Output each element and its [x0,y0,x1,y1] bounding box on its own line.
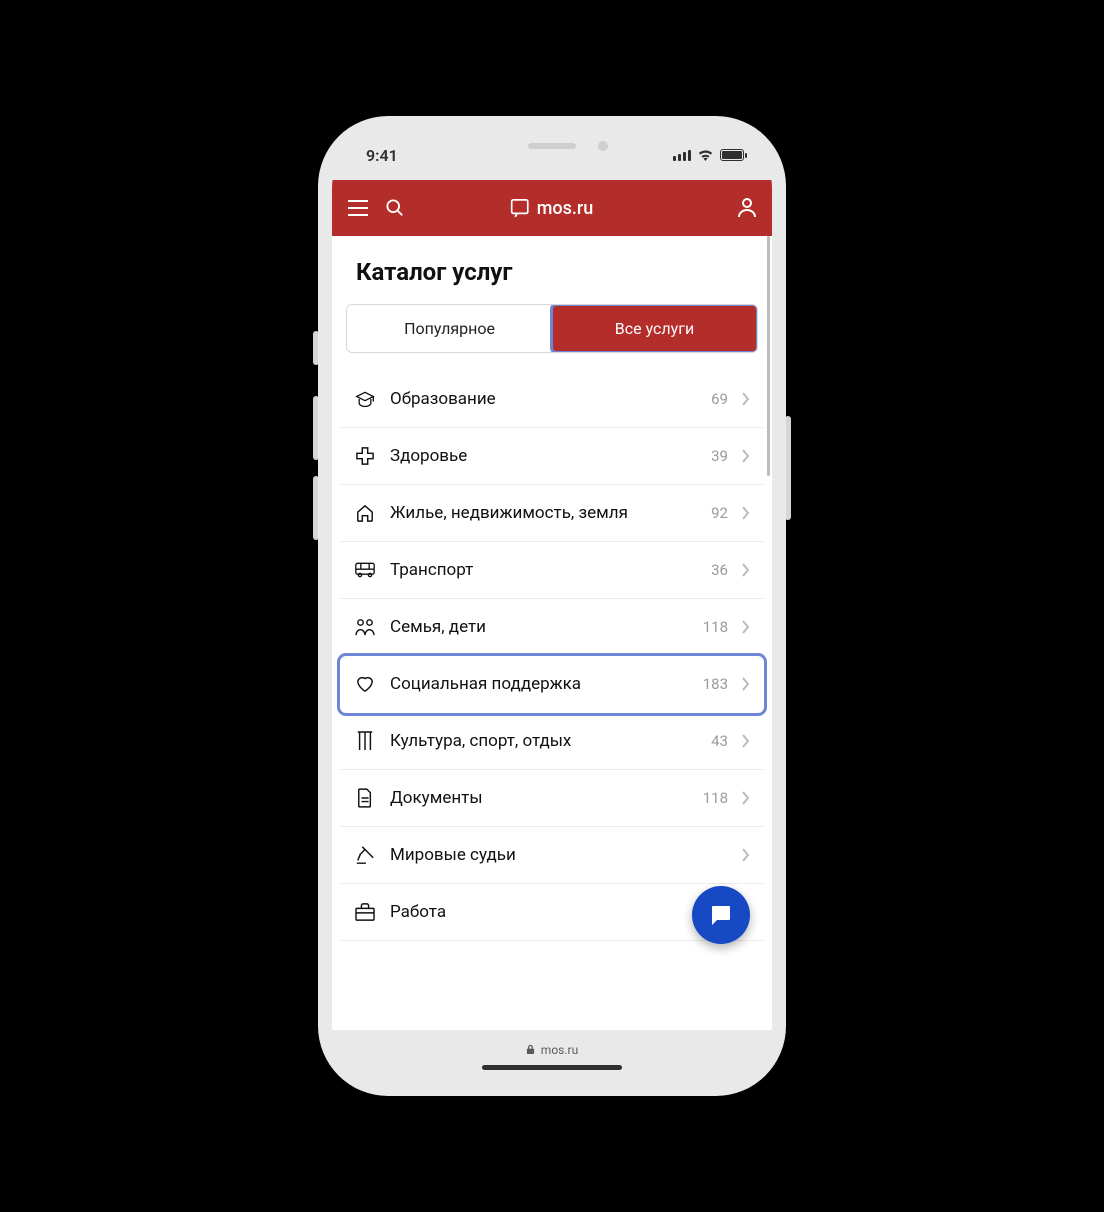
wifi-icon [697,149,714,161]
tab-all-services[interactable]: Все услуги [552,305,757,352]
chevron-right-icon [742,734,750,748]
category-label: Мировые судьи [390,845,686,865]
category-label: Транспорт [390,560,686,580]
browser-bottom-bar: mos.ru [332,1030,772,1082]
home-icon [354,504,376,522]
category-count: 118 [700,789,728,807]
browser-domain: mos.ru [541,1043,578,1057]
page-title: Каталог услуг [332,236,772,304]
category-label: Культура, спорт, отдых [390,731,686,751]
category-list: Образование 69 Здоровье 39 Жилье, недвижимос… [332,371,772,941]
health-icon [354,447,376,465]
chevron-right-icon [742,392,750,406]
category-count: 92 [700,504,728,522]
signal-icon [673,150,691,161]
search-button[interactable] [386,199,404,217]
heart-icon [354,675,376,693]
category-row-document[interactable]: Документы 118 [340,770,764,827]
category-label: Жилье, недвижимость, земля [390,503,686,523]
gavel-icon [354,845,376,865]
brand-text: mos.ru [537,198,594,219]
chevron-right-icon [742,848,750,862]
category-label: Документы [390,788,686,808]
app-header: mos.ru [332,180,772,236]
phone-notch [462,130,642,162]
chevron-right-icon [742,791,750,805]
app-brand: mos.ru [511,198,594,219]
category-count: 36 [700,561,728,579]
category-count: 69 [700,390,728,408]
category-count: 39 [700,447,728,465]
chat-icon [709,903,733,927]
chevron-right-icon [742,506,750,520]
document-icon [354,788,376,808]
category-row-home[interactable]: Жилье, недвижимость, земля 92 [340,485,764,542]
scrollbar[interactable] [767,236,770,476]
family-icon [354,618,376,636]
graduation-icon [354,390,376,408]
chat-fab[interactable] [692,886,750,944]
chevron-right-icon [742,620,750,634]
brand-logo-icon [511,199,529,217]
category-row-graduation[interactable]: Образование 69 [340,371,764,428]
category-row-heart[interactable]: Социальная поддержка 183 [340,656,764,713]
briefcase-icon [354,903,376,921]
phone-mockup: 9:41 mos.ru [318,116,786,1096]
category-row-family[interactable]: Семья, дети 118 [340,599,764,656]
profile-button[interactable] [738,198,756,218]
browser-url[interactable]: mos.ru [526,1043,578,1057]
category-row-gavel[interactable]: Мировые судьи [340,827,764,884]
status-time: 9:41 [366,146,398,165]
category-count: 43 [700,732,728,750]
category-label: Работа [390,902,686,922]
chevron-right-icon [742,449,750,463]
page-content: Каталог услуг Популярное Все услуги Обра… [332,236,772,1030]
home-indicator[interactable] [482,1065,622,1070]
category-row-bus[interactable]: Транспорт 36 [340,542,764,599]
tab-popular[interactable]: Популярное [347,305,552,352]
category-label: Семья, дети [390,617,686,637]
category-label: Образование [390,389,686,409]
lock-icon [526,1044,535,1055]
bus-icon [354,562,376,578]
chevron-right-icon [742,563,750,577]
category-row-culture[interactable]: Культура, спорт, отдых 43 [340,713,764,770]
battery-icon [720,149,744,161]
chevron-right-icon [742,677,750,691]
category-label: Социальная поддержка [390,674,686,694]
menu-button[interactable] [348,200,368,216]
category-row-health[interactable]: Здоровье 39 [340,428,764,485]
culture-icon [354,731,376,751]
category-count: 183 [700,675,728,693]
tabs: Популярное Все услуги [346,304,758,353]
category-count: 118 [700,618,728,636]
category-label: Здоровье [390,446,686,466]
